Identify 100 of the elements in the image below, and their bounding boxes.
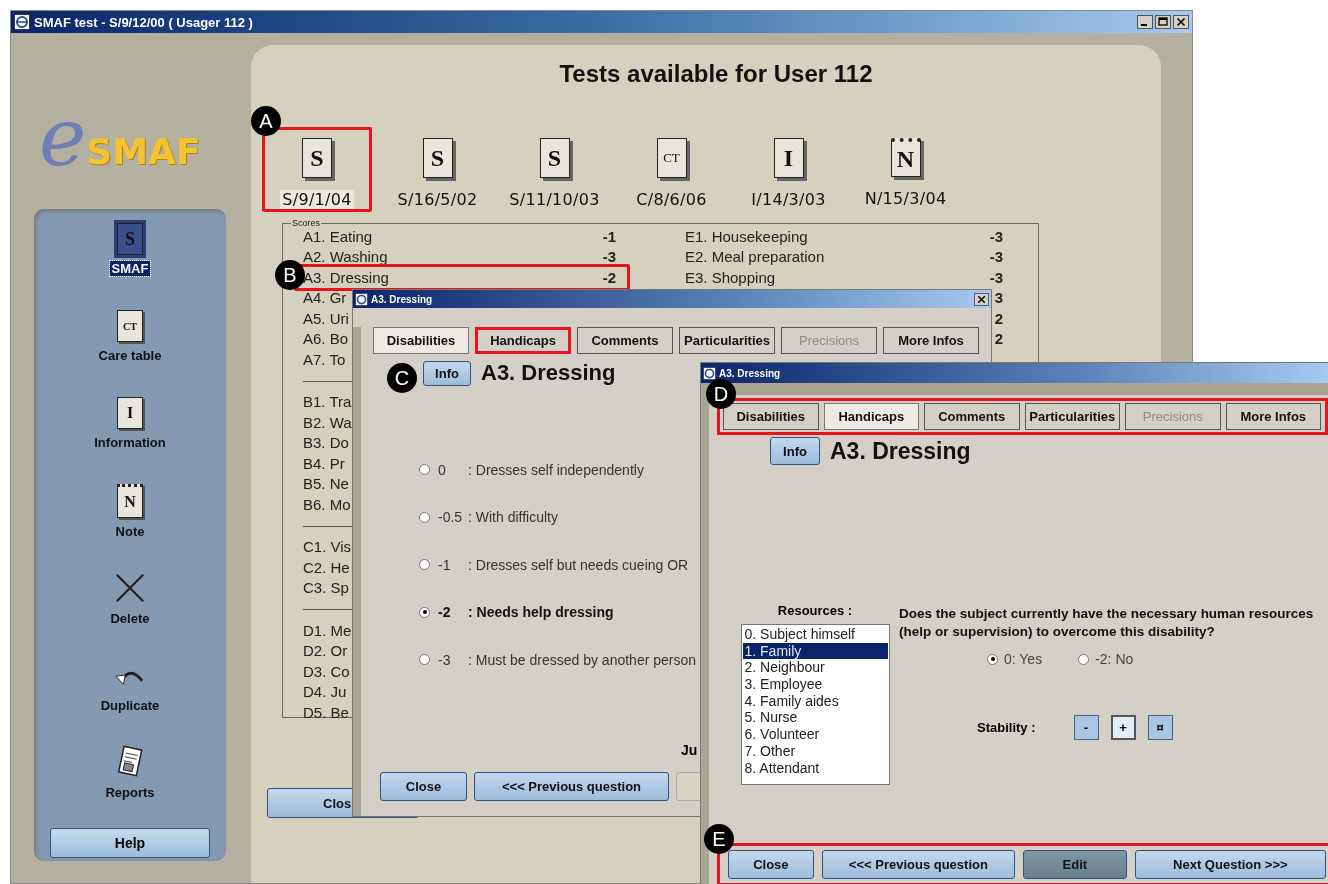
answer-label[interactable]: -2: No [1095, 651, 1134, 667]
question-heading: A3. Dressing [481, 360, 616, 386]
score-label: E3. Shopping [685, 268, 776, 286]
help-button[interactable]: Help [50, 828, 210, 858]
option-label[interactable]: 0 : Dresses self independently [438, 461, 644, 478]
dialog-button[interactable]: Close [728, 850, 814, 879]
score-label: C2. He [303, 558, 350, 576]
option-label[interactable]: -1 : Dresses self but needs cueing OR [438, 556, 689, 573]
test-label[interactable]: I/14/3/03 [749, 190, 828, 209]
score-label: D4. Ju [303, 683, 347, 701]
dialog-title: A3. Dressing [719, 367, 782, 379]
test-label[interactable]: S/11/10/03 [507, 190, 602, 209]
test-label[interactable]: C/8/6/06 [634, 190, 709, 209]
sidebar-item[interactable]: Note [113, 524, 147, 539]
tab[interactable]: More Infos [1225, 403, 1321, 430]
dialog-button[interactable]: Next Question >>> [1134, 850, 1326, 879]
radio-button[interactable] [987, 653, 998, 665]
list-item[interactable]: 4. Family aides [742, 692, 888, 710]
stability-button[interactable]: - [1073, 715, 1099, 740]
callout-badge: C [387, 363, 417, 393]
radio-button[interactable] [419, 559, 430, 571]
tab[interactable]: Disabilities [373, 327, 469, 354]
list-item[interactable]: 8. Attendant [742, 759, 888, 777]
list-item[interactable]: 6. Volunteer [742, 726, 888, 743]
radio-button[interactable] [419, 464, 430, 476]
score-label: A1. Eating [303, 227, 373, 245]
panel-title: Tests available for User 112 [558, 60, 874, 88]
document-icon[interactable]: I [773, 138, 804, 178]
notebook-icon[interactable]: N [117, 484, 143, 518]
list-item[interactable]: 3. Employee [742, 676, 888, 693]
document-icon[interactable]: S [422, 138, 453, 178]
tab[interactable]: Disabilities [723, 403, 819, 430]
test-label[interactable]: S/16/5/02 [395, 190, 480, 209]
score-label: D1. Me [303, 621, 352, 639]
sidebar-item[interactable]: Duplicate [98, 698, 162, 713]
score-label: B4. Pr [303, 454, 345, 472]
dialog-title: A3. Dressing [371, 293, 434, 305]
document-icon[interactable]: I [117, 397, 143, 429]
logo-letter: e [39, 95, 87, 181]
tab[interactable]: Particularities [679, 327, 775, 354]
document-icon[interactable]: CT [117, 310, 143, 342]
score-value: 3 [994, 289, 1003, 307]
tab[interactable]: Handicaps [475, 327, 571, 354]
sidebar-item[interactable]: Reports [103, 785, 157, 800]
score-value: -3 [989, 248, 1003, 266]
tab[interactable]: Particularities [1024, 403, 1120, 430]
dialog-button[interactable]: Edit [1023, 850, 1127, 879]
option-label[interactable]: -2 : Needs help dressing [438, 604, 614, 621]
score-value: -3 [989, 227, 1003, 245]
tab[interactable]: More Infos [883, 327, 979, 354]
maximize-button[interactable] [1155, 15, 1171, 29]
test-label[interactable]: N/15/3/04 [862, 189, 949, 208]
score-label: C3. Sp [303, 579, 349, 597]
list-item[interactable]: 7. Other [742, 742, 888, 760]
sidebar-item[interactable]: SMAF [109, 261, 151, 276]
radio-button[interactable] [419, 654, 430, 666]
dialog-button[interactable]: <<< Previous question [821, 850, 1016, 879]
score-label: D5. Be [303, 703, 349, 721]
option-label[interactable]: -3 : Must be dressed by another person [438, 651, 697, 668]
cross-icon[interactable] [114, 571, 146, 605]
minimize-button[interactable] [1137, 15, 1153, 29]
stability-button[interactable]: ¤ [1147, 715, 1173, 740]
score-value: 2 [994, 309, 1003, 327]
document-icon[interactable]: S [302, 138, 332, 178]
logo-text: SMAF [86, 131, 201, 173]
sidebar-item[interactable]: Delete [108, 611, 152, 626]
tab[interactable]: Comments [924, 403, 1020, 430]
sidebar-item[interactable]: Care table [96, 348, 164, 363]
score-value: 2 [994, 330, 1003, 348]
tab[interactable]: Handicaps [823, 403, 919, 430]
window-close-button[interactable] [1173, 15, 1189, 29]
score-label: B2. Wa [303, 413, 352, 431]
dialog-close-button[interactable] [974, 292, 989, 306]
radio-button[interactable] [419, 511, 430, 523]
test-label[interactable]: S/9/1/04 [280, 190, 354, 209]
answer-label[interactable]: 0: Yes [1004, 651, 1043, 667]
info-button[interactable]: Info [423, 360, 471, 386]
info-button[interactable]: Info [770, 437, 820, 465]
radio-button[interactable] [419, 606, 430, 618]
notebook-icon[interactable]: N [890, 138, 921, 177]
score-label: D2. Or [303, 642, 348, 660]
document-icon[interactable]: CT [656, 138, 687, 178]
callout-badge: E [704, 824, 734, 854]
option-label[interactable]: -0.5 : With difficulty [438, 509, 558, 526]
dialog-button[interactable]: <<< Previous question [474, 771, 669, 801]
list-item[interactable]: 0. Subject himself [742, 626, 888, 643]
score-label: D3. Co [303, 662, 350, 680]
stability-button[interactable]: + [1110, 715, 1136, 740]
document-icon[interactable]: S [539, 138, 570, 178]
question-heading: A3. Dressing [830, 437, 971, 465]
list-item[interactable]: 2. Neighbour [742, 659, 888, 677]
dialog-button[interactable]: Close [380, 771, 467, 801]
score-label: C1. Vis [303, 538, 352, 556]
tab[interactable]: Comments [577, 327, 673, 354]
resources-listbox[interactable]: 0. Subject himself 1. Family 2. Neighbour 3. Employee 4. Family aides 5. Nurse 6. Volunteer 7. Other 8. Attendant [740, 624, 890, 785]
list-item[interactable]: 5. Nurse [742, 709, 888, 727]
list-item[interactable]: 1. Family [742, 642, 888, 660]
sidebar-item[interactable]: Information [92, 435, 168, 450]
field-label: Ju [681, 741, 698, 758]
radio-button[interactable] [1078, 653, 1090, 665]
